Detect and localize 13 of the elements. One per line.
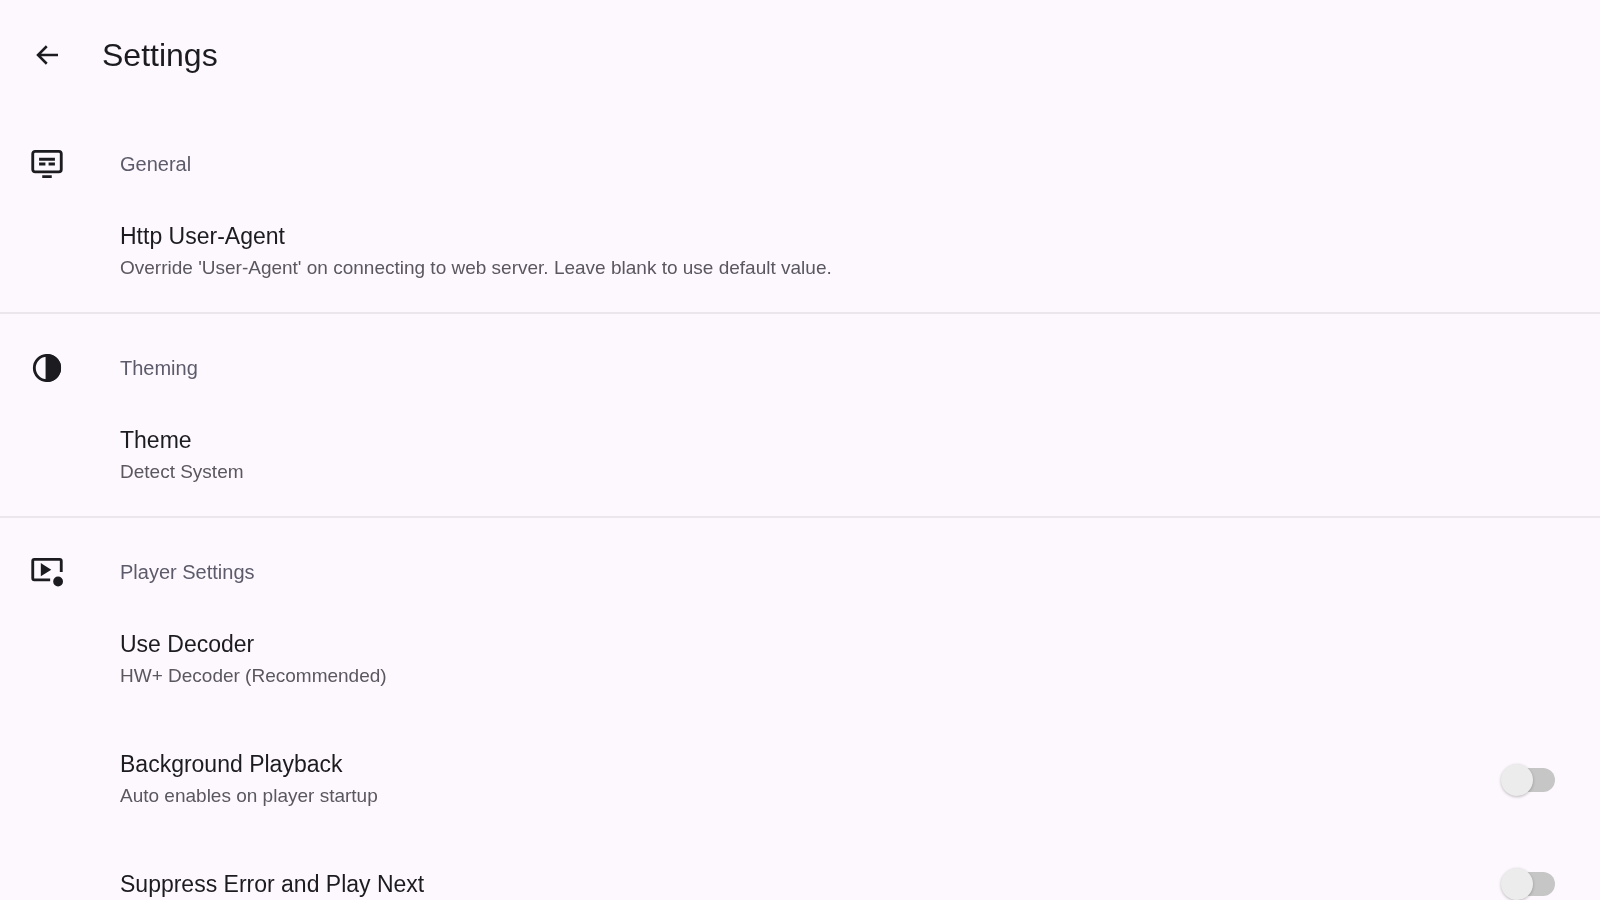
setting-description: Detect System	[120, 460, 245, 484]
setting-title[interactable]: Http User-Agent	[120, 220, 1555, 252]
setting-title[interactable]: Theme	[120, 424, 1555, 456]
section-title: General	[120, 152, 192, 176]
setting-description: Auto enables on player startup	[120, 784, 379, 808]
setting-title[interactable]: Background Playback	[120, 748, 1505, 780]
section-title: Player Settings	[120, 560, 255, 584]
setting-description: Override 'User-Agent' on connecting to web server. Leave blank to use default value.	[120, 256, 833, 280]
page-title: Settings	[102, 36, 218, 74]
setting-description: HW+ Decoder (Recommended)	[120, 664, 388, 688]
setting-title[interactable]: Use Decoder	[120, 628, 1555, 660]
section-title: Theming	[120, 356, 198, 380]
setting-title[interactable]: Suppress Error and Play Next	[120, 868, 1505, 900]
